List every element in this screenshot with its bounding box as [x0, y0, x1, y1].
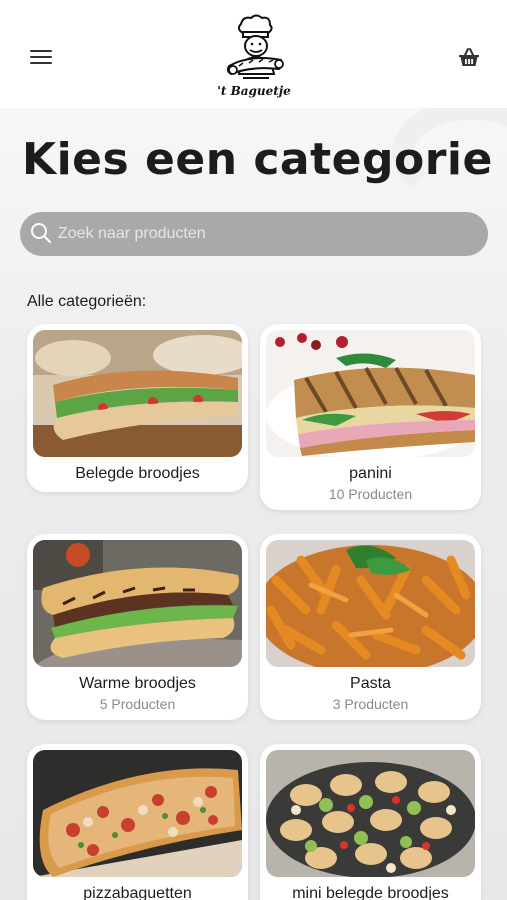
category-image — [33, 750, 242, 877]
app-header: 't Baguetje — [0, 0, 507, 108]
category-name: Warme broodjes — [79, 675, 196, 692]
category-image — [266, 750, 475, 877]
brand-logo[interactable]: 't Baguetje — [214, 14, 294, 100]
search-icon — [31, 223, 52, 244]
category-image — [266, 540, 475, 667]
section-label: Alle categorieën: — [27, 293, 147, 310]
category-name: panini — [349, 465, 392, 482]
category-card-pasta[interactable]: Pasta 3 Producten — [260, 534, 481, 720]
category-count: 5 Producten — [99, 696, 176, 712]
category-card-panini[interactable]: panini 10 Producten — [260, 324, 481, 510]
shopping-basket-icon[interactable] — [457, 46, 481, 70]
page-title: Kies een categorie — [22, 134, 493, 185]
logo-text: 't Baguetje — [217, 84, 291, 98]
category-name: Pasta — [350, 675, 391, 692]
category-name: mini belegde broodjes — [292, 885, 449, 900]
category-image — [33, 330, 242, 457]
category-card-mini-belegde-broodjes[interactable]: mini belegde broodjes — [260, 744, 481, 900]
main-content: Kies een categorie Alle categorieën: — [0, 108, 507, 900]
search-bar[interactable] — [20, 212, 488, 256]
category-image — [266, 330, 475, 457]
category-image — [33, 540, 242, 667]
category-card-belegde-broodjes[interactable]: Belegde broodjes — [27, 324, 248, 492]
category-card-warme-broodjes[interactable]: Warme broodjes 5 Producten — [27, 534, 248, 720]
category-card-pizzabaguetten[interactable]: pizzabaguetten — [27, 744, 248, 900]
category-name: pizzabaguetten — [83, 885, 192, 900]
category-name: Belegde broodjes — [75, 465, 200, 482]
search-input[interactable] — [58, 212, 478, 256]
hamburger-menu-icon[interactable] — [30, 50, 52, 66]
chef-logo-icon — [226, 14, 284, 79]
category-count: 10 Producten — [328, 486, 413, 502]
category-count: 3 Producten — [332, 696, 409, 712]
